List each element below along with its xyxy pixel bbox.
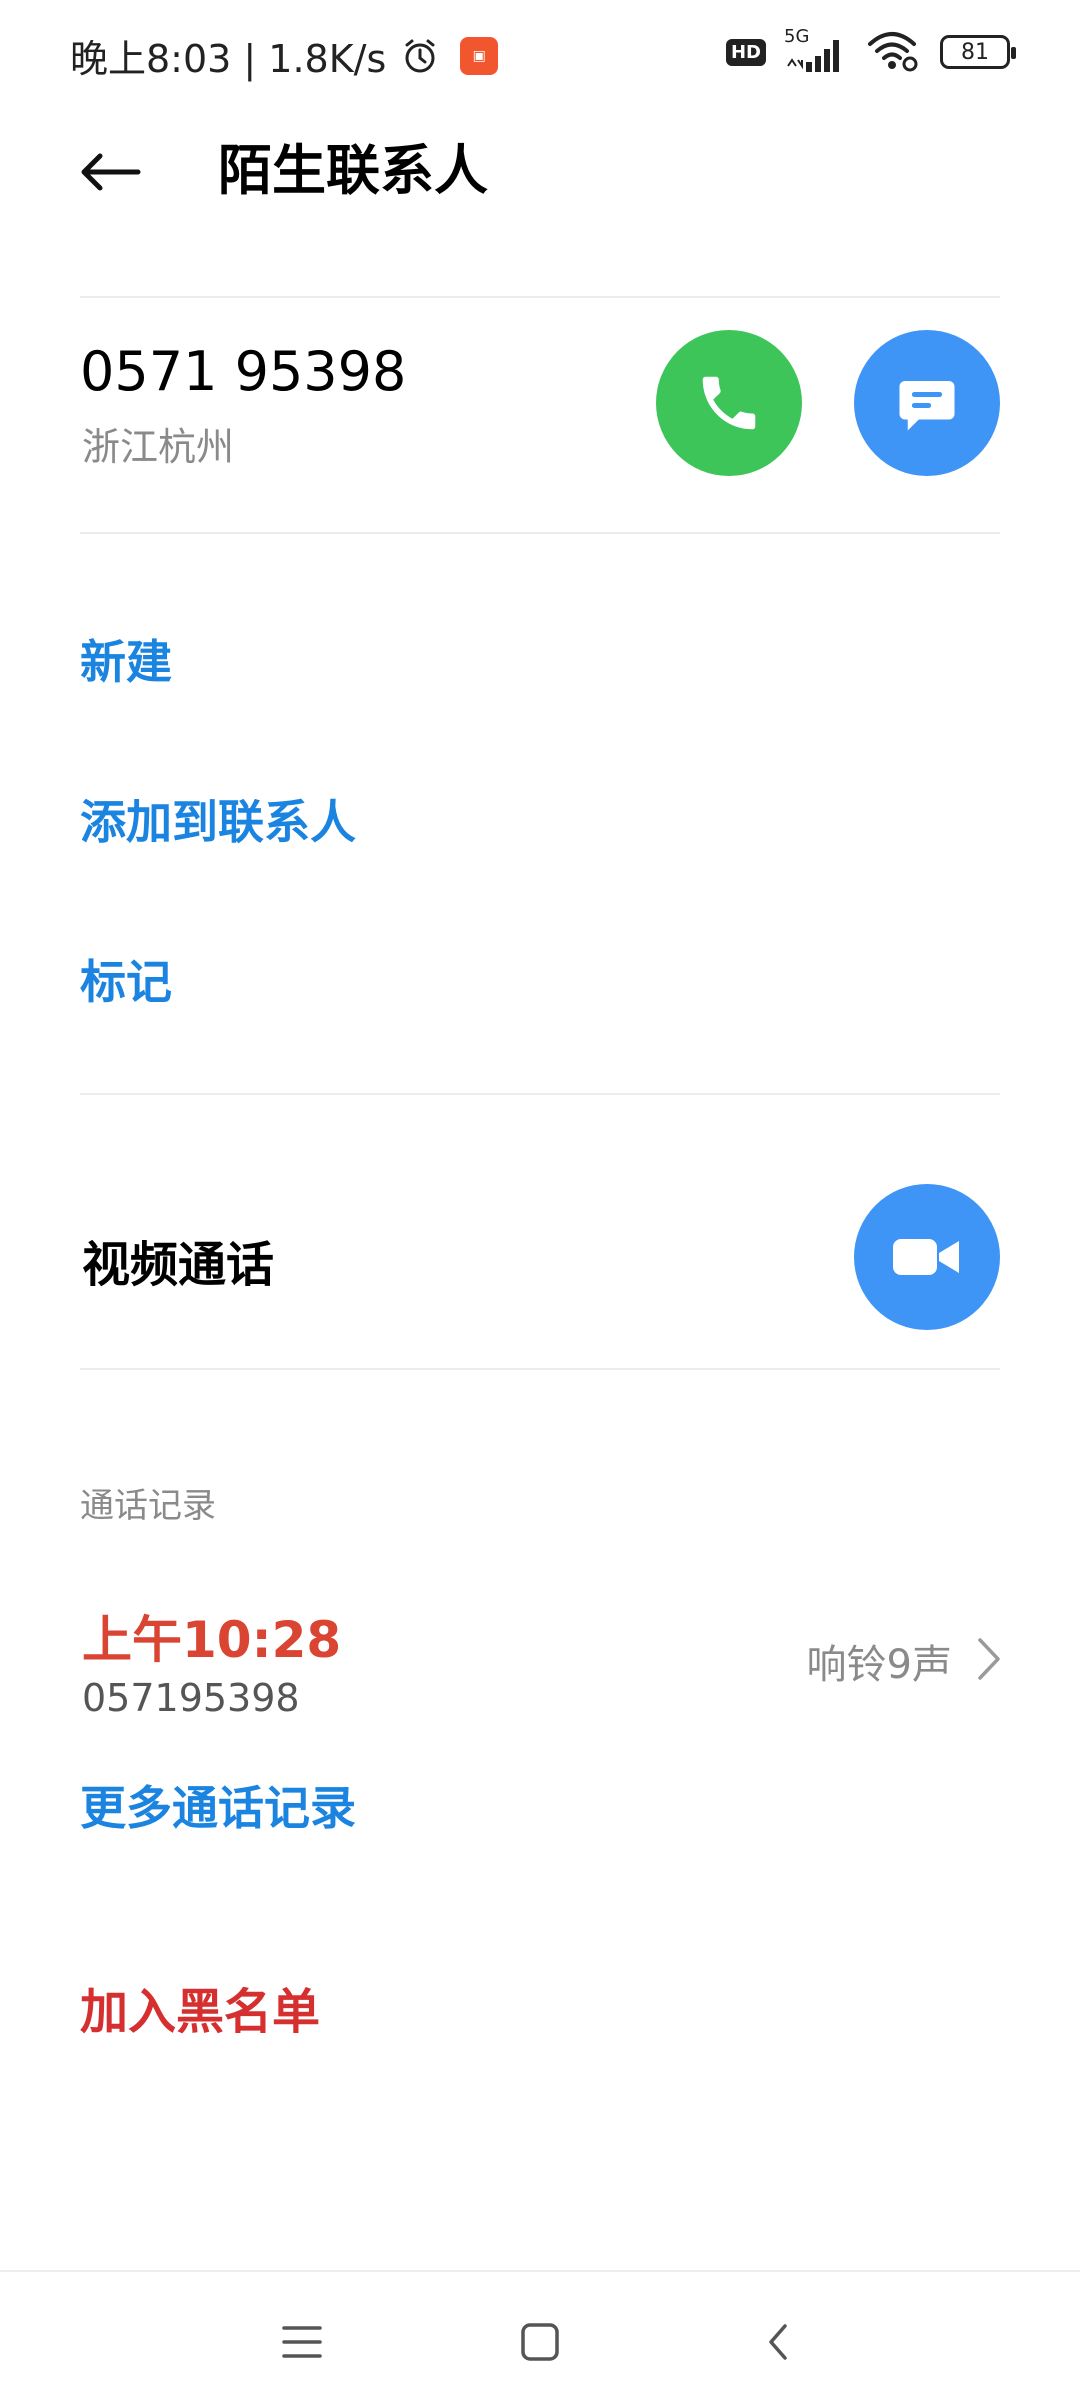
divider <box>80 1093 1000 1095</box>
home-button[interactable] <box>510 2312 570 2372</box>
video-call-label: 视频通话 <box>82 1237 275 1293</box>
video-call-button[interactable] <box>854 1184 1000 1330</box>
wifi-icon <box>868 32 918 72</box>
menu-button[interactable] <box>272 2312 332 2372</box>
message-button[interactable] <box>854 330 1000 476</box>
menu-icon <box>282 2326 322 2358</box>
phone-icon <box>702 376 756 430</box>
status-left: 晚上8:03 | 1.8K/s ▣ <box>70 28 499 83</box>
chevron-left-icon <box>769 2324 787 2360</box>
home-icon <box>521 2323 559 2361</box>
app-notification-icon: ▣ <box>460 36 499 75</box>
status-time-speed: 晚上8:03 | 1.8K/s <box>70 37 387 81</box>
message-icon <box>899 381 955 431</box>
call-number: 057195398 <box>82 1676 300 1720</box>
number-location: 浙江杭州 <box>82 425 235 469</box>
call-detail: 响铃9声 <box>806 1642 952 1688</box>
divider <box>80 296 1000 298</box>
network-type: 5G <box>784 26 810 47</box>
mark-number-link[interactable]: 标记 <box>80 946 172 1012</box>
back-button[interactable] <box>70 132 150 212</box>
status-right: HD 5G 81 <box>725 26 1016 74</box>
phone-number: 0571 95398 <box>80 340 407 403</box>
more-call-log-link[interactable]: 更多通话记录 <box>80 1772 356 1838</box>
divider <box>80 1368 1000 1370</box>
chevron-right-icon <box>978 1638 1000 1680</box>
battery-level: 81 <box>961 39 989 65</box>
hd-icon: HD <box>725 38 766 66</box>
call-time: 上午10:28 <box>82 1611 342 1669</box>
new-contact-link[interactable]: 新建 <box>80 626 172 692</box>
alarm-icon <box>405 39 435 72</box>
divider <box>80 532 1000 534</box>
add-to-contacts-link[interactable]: 添加到联系人 <box>80 786 356 852</box>
contact-detail-screen: 晚上8:03 | 1.8K/s ▣ HD 5G 81 陌生联系人 0571 95… <box>0 0 1080 2400</box>
signal-icon: 5G <box>784 26 848 74</box>
page-title: 陌生联系人 <box>218 139 488 202</box>
call-button[interactable] <box>656 330 802 476</box>
arrow-left-icon <box>81 153 141 191</box>
battery-icon: 81 <box>940 35 1016 69</box>
header: 陌生联系人 <box>0 120 1080 280</box>
status-bar: 晚上8:03 | 1.8K/s ▣ HD 5G 81 <box>0 0 1080 120</box>
call-log-entry[interactable]: 上午10:28 057195398 响铃9声 <box>0 1590 1080 1740</box>
add-to-blacklist-button[interactable]: 加入黑名单 <box>80 1972 320 2042</box>
nav-back-button[interactable] <box>748 2312 808 2372</box>
video-camera-icon <box>893 1239 959 1275</box>
call-log-section-label: 通话记录 <box>80 1486 216 1526</box>
navigation-bar <box>0 2270 1080 2400</box>
